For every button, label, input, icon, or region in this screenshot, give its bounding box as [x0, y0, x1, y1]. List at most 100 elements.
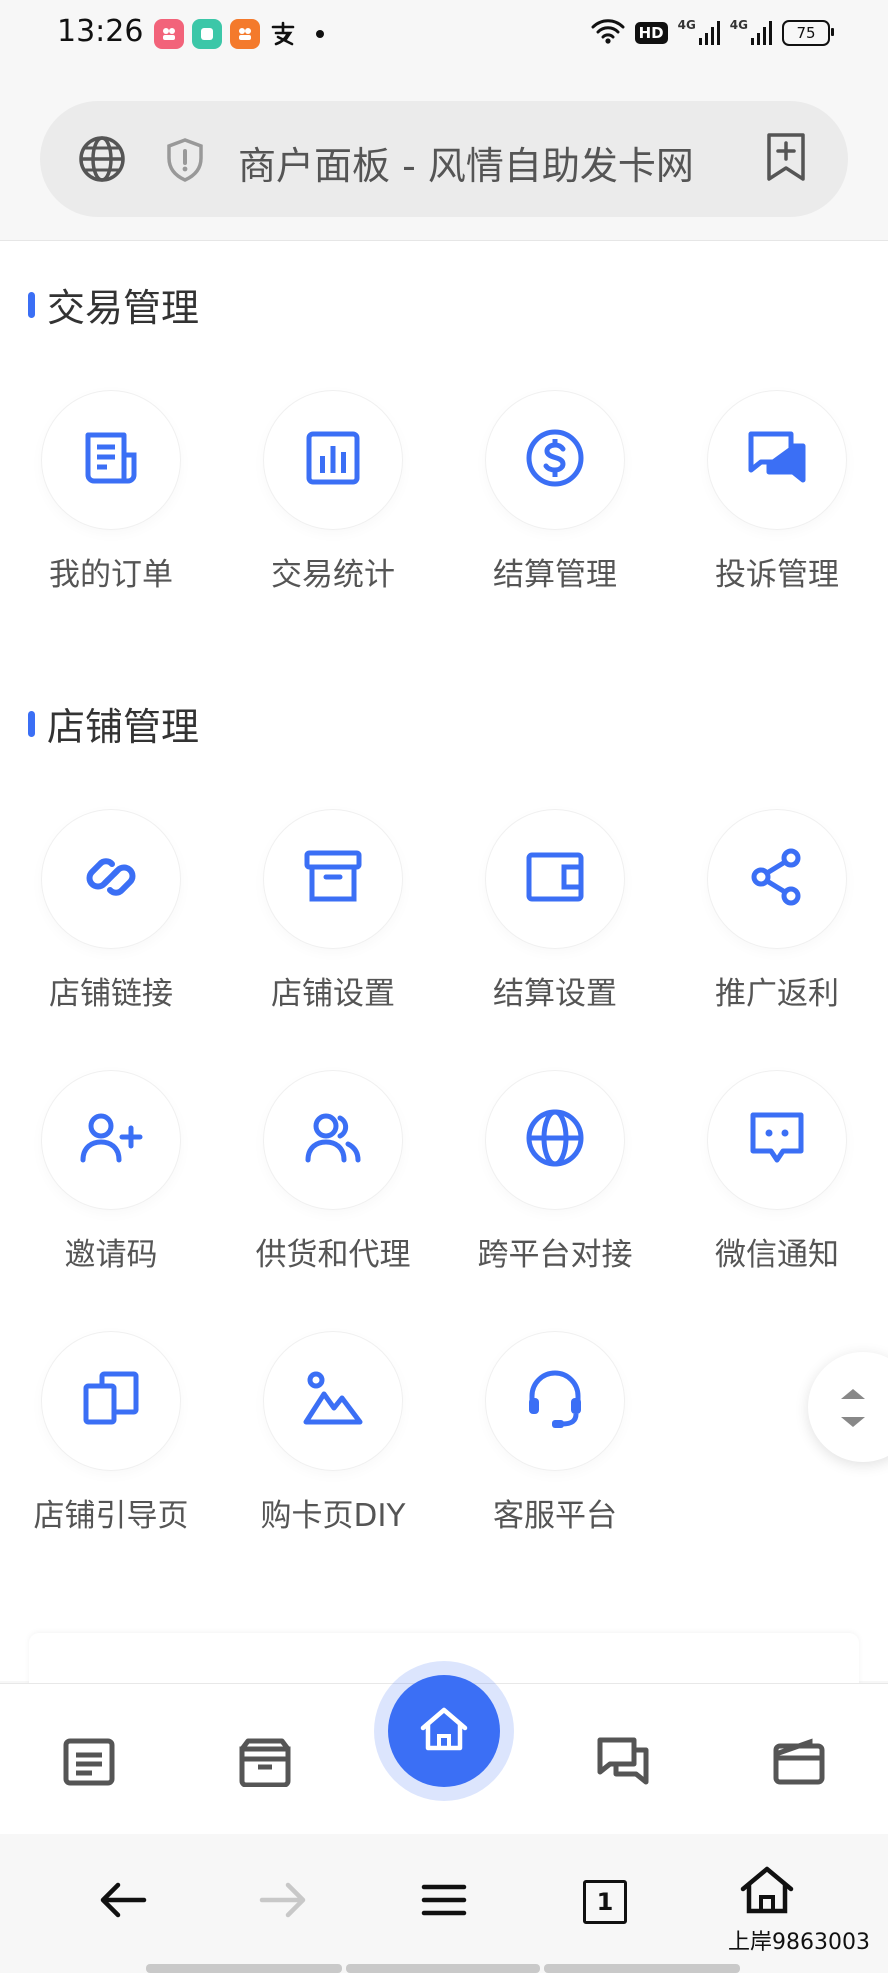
globe-icon[interactable]	[77, 134, 127, 188]
icon-circle	[486, 1332, 624, 1470]
dot-icon	[316, 30, 324, 38]
icon-circle	[708, 1071, 846, 1209]
menu-item-shop-link[interactable]: 店铺链接	[0, 810, 222, 1013]
gesture-bar	[346, 1964, 540, 1973]
menu-item-label: 投诉管理	[715, 557, 839, 593]
forward-button[interactable]	[248, 1870, 318, 1934]
link-icon	[81, 847, 141, 911]
menu-item-label: 店铺链接	[49, 976, 173, 1012]
menu-item-card-page-diy[interactable]: 购卡页DIY	[222, 1332, 444, 1535]
archive-box-icon	[238, 1737, 292, 1791]
archive-box-icon	[302, 847, 364, 911]
menu-item-label: 我的订单	[49, 557, 173, 593]
menu-item-supply-agent[interactable]: 供货和代理	[222, 1071, 444, 1274]
status-indicators: HD 4G 4G 75	[591, 18, 834, 48]
wifi-icon	[591, 18, 625, 48]
icon-circle	[42, 1332, 180, 1470]
menu-item-shop-settings[interactable]: 店铺设置	[222, 810, 444, 1013]
icon-circle	[486, 1071, 624, 1209]
section-title-trade: 交易管理	[28, 277, 199, 332]
order-list-icon	[62, 1737, 116, 1791]
section-title-text: 店铺管理	[47, 705, 200, 749]
bar-chart-icon	[303, 428, 363, 492]
section-accent-bar	[28, 291, 35, 318]
icon-circle	[42, 810, 180, 948]
app-icon-red	[154, 19, 184, 49]
icon-circle	[264, 1332, 402, 1470]
home-button[interactable]	[388, 1675, 500, 1787]
tab-shop[interactable]	[225, 1734, 305, 1794]
icon-circle	[264, 810, 402, 948]
menu-item-customer-service[interactable]: 客服平台	[444, 1332, 666, 1535]
tab-messages[interactable]	[584, 1734, 664, 1794]
menu-item-label: 结算管理	[493, 557, 617, 593]
chat-bubbles-icon	[596, 1736, 652, 1792]
users-icon	[302, 1110, 364, 1170]
icon-circle	[264, 1071, 402, 1209]
menu-item-label: 微信通知	[715, 1237, 839, 1273]
tabs-button[interactable]: 1	[570, 1870, 640, 1934]
forward-arrow-icon	[258, 1880, 308, 1924]
back-button[interactable]	[88, 1870, 158, 1934]
bookmark-add-icon[interactable]	[764, 131, 808, 187]
chat-bubbles-icon	[745, 428, 809, 492]
menu-item-label: 结算设置	[493, 976, 617, 1012]
back-arrow-icon	[98, 1880, 148, 1924]
menu-item-label: 邀请码	[64, 1237, 158, 1273]
scroll-toggle-button[interactable]	[808, 1352, 888, 1462]
icon-circle	[42, 1071, 180, 1209]
menu-icon	[420, 1880, 468, 1924]
menu-item-label: 交易统计	[271, 557, 395, 593]
menu-item-label: 推广返利	[715, 976, 839, 1012]
menu-item-wechat-notify[interactable]: 微信通知	[666, 1071, 888, 1274]
tabs-icon: 1	[583, 1880, 627, 1924]
shield-icon[interactable]	[164, 137, 206, 187]
notification-icons	[154, 19, 324, 49]
icon-circle	[42, 391, 180, 529]
tab-wallet[interactable]	[759, 1734, 839, 1794]
menu-item-invite-code[interactable]: 邀请码	[0, 1071, 222, 1274]
menu-item-settlement-settings[interactable]: 结算设置	[444, 810, 666, 1013]
home-icon	[417, 1704, 471, 1758]
copy-pages-icon	[80, 1370, 142, 1432]
menu-item-my-orders[interactable]: 我的订单	[0, 391, 222, 594]
signal-icon: 4G	[678, 18, 720, 46]
gesture-bar	[146, 1964, 342, 1973]
watermark-text: 上岸9863003	[728, 1930, 870, 1955]
add-user-icon	[79, 1110, 143, 1170]
icon-circle	[708, 810, 846, 948]
icon-circle	[708, 391, 846, 529]
alipay-icon	[268, 19, 298, 49]
section-title-text: 交易管理	[47, 286, 200, 330]
tab-count: 1	[596, 1888, 614, 1916]
page-title[interactable]: 商户面板 - 风情自助发卡网	[238, 135, 694, 190]
menu-item-referral-rebate[interactable]: 推广返利	[666, 810, 888, 1013]
app-icon-green	[192, 19, 222, 49]
menu-item-label: 供货和代理	[255, 1237, 411, 1273]
menu-item-trade-stats[interactable]: 交易统计	[222, 391, 444, 594]
hd-badge: HD	[634, 22, 668, 44]
wallet-icon	[524, 849, 586, 909]
merchant-panel: 交易管理 我的订单 交易统计 结算管理 投诉管理 店铺管理 店铺链接 店铺设置 …	[0, 241, 888, 1693]
browser-address-area: 商户面板 - 风情自助发卡网	[0, 70, 888, 241]
message-dots-icon	[747, 1109, 807, 1171]
menu-button[interactable]	[409, 1870, 479, 1934]
menu-item-shop-guide[interactable]: 店铺引导页	[0, 1332, 222, 1535]
section-accent-bar	[28, 710, 35, 737]
status-bar: 13:26 HD 4G 4G 75	[0, 0, 888, 70]
wallet-icon	[772, 1738, 826, 1790]
menu-item-cross-platform[interactable]: 跨平台对接	[444, 1071, 666, 1274]
tab-orders[interactable]	[49, 1734, 129, 1794]
signal-icon: 4G	[730, 18, 772, 46]
browser-nav-bar: 1 上岸9863003	[0, 1834, 888, 1973]
app-icon-orange	[230, 19, 260, 49]
browser-home-button[interactable]	[732, 1860, 802, 1924]
icon-circle	[486, 810, 624, 948]
bottom-tab-bar	[0, 1661, 888, 1834]
chevron-up-down-icon	[841, 1389, 865, 1427]
address-bar[interactable]: 商户面板 - 风情自助发卡网	[40, 101, 848, 217]
status-time: 13:26	[57, 14, 144, 49]
menu-item-settlement-management[interactable]: 结算管理	[444, 391, 666, 594]
menu-item-complaint-management[interactable]: 投诉管理	[666, 391, 888, 594]
home-icon	[739, 1865, 795, 1919]
